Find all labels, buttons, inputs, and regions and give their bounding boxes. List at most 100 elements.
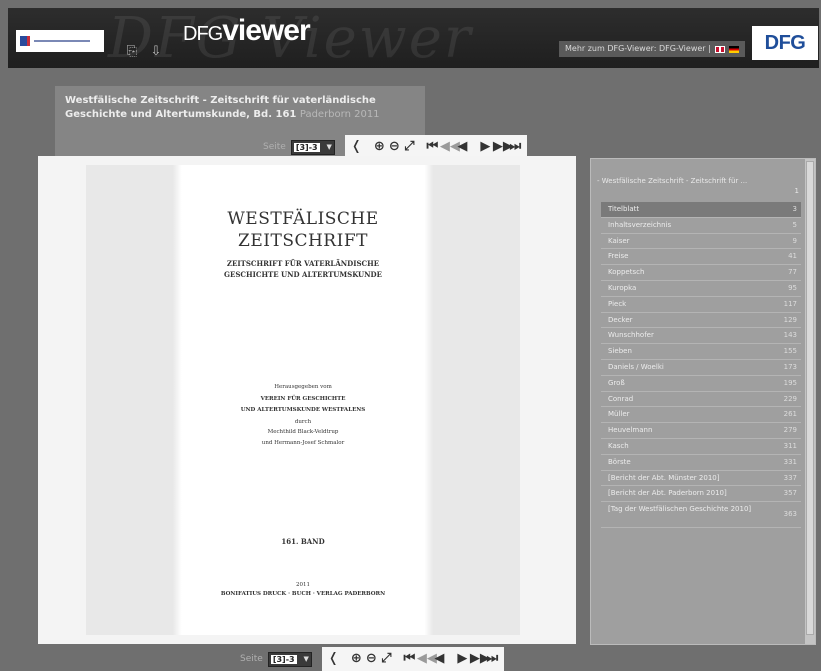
toc-item[interactable]: Kasch 311 <box>601 439 801 455</box>
german-flag-icon[interactable] <box>728 45 739 53</box>
toc-item[interactable]: Groß 195 <box>601 376 801 392</box>
toc-item-page: 77 <box>788 268 797 277</box>
collapse-icon[interactable]: ❬ <box>326 647 341 671</box>
header-bar: DFG Viewer ⎘ ⇩ DFGviewer Mehr zum DFG-Vi… <box>8 6 819 71</box>
toc-item[interactable]: [Bericht der Abt. Münster 2010] 337 <box>601 471 801 487</box>
page-select-value: [3]-3 <box>270 654 297 664</box>
toc-scrollbar[interactable] <box>805 159 815 644</box>
toc-item-label: Decker <box>608 315 633 324</box>
page-publisher-line: UND ALTERTUMSKUNDE WESTFALENS <box>240 407 366 413</box>
toc-item-page: 279 <box>783 426 797 435</box>
seite-label: Seite <box>240 654 263 664</box>
toc-item-label: Heuvelmann <box>608 426 653 435</box>
navigation-buttons: ❬ ⊕ ⊖ ⤢ ⏮ ◀◀ ◀ ▶ ▶▶ ⏭ <box>321 647 504 671</box>
toc-item-page: 261 <box>783 410 797 419</box>
dfg-logo[interactable]: DFG <box>752 26 818 60</box>
toc-item-label: Börste <box>608 457 631 466</box>
toc-item[interactable]: Wunschhofer 143 <box>601 328 801 345</box>
page-publisher-line: und Hermann-Josef Schmalor <box>261 440 345 446</box>
toc-item[interactable]: Decker 129 <box>601 313 801 329</box>
toc-item-page: 363 <box>783 510 797 519</box>
forward-fast-icon[interactable]: ▶▶ <box>470 647 490 671</box>
library-logo[interactable] <box>16 30 104 52</box>
toc-scrollbar-thumb[interactable] <box>806 161 814 635</box>
header-tools: ⎘ ⇩ <box>123 44 165 60</box>
last-page-icon[interactable]: ⏭ <box>485 647 500 671</box>
toc-item-page: 143 <box>783 331 797 340</box>
toc-item[interactable]: Freise 41 <box>601 249 801 266</box>
toc-item-page: 9 <box>792 236 797 245</box>
next-page-icon[interactable]: ▶ <box>455 647 470 671</box>
toc-item-page: 229 <box>783 394 797 403</box>
toc-root-item[interactable]: - Westfälische Zeitschrift - Zeitschrift… <box>597 177 801 195</box>
zoom-out-icon[interactable]: ⊖ <box>364 647 379 671</box>
first-page-icon[interactable]: ⏮ <box>402 647 417 671</box>
toc-item-label: Groß <box>608 378 625 387</box>
page-volume: 161. BAND <box>281 537 325 546</box>
toc-item[interactable]: Pieck 117 <box>601 297 801 313</box>
export-icon[interactable]: ⎘ <box>123 44 141 60</box>
toc-item[interactable]: Conrad 229 <box>601 392 801 408</box>
toc-item-page: 3 <box>792 205 797 213</box>
page-publisher-line: Herausgegeben vom <box>274 384 332 390</box>
toc-item-label: Freise <box>608 252 629 261</box>
toc-item[interactable]: Inhaltsverzeichnis 5 <box>601 218 801 234</box>
english-flag-icon[interactable] <box>714 45 725 53</box>
more-about-dfg-viewer-link[interactable]: Mehr zum DFG-Viewer: DFG-Viewer | <box>559 41 745 57</box>
toc-item-label: Conrad <box>608 394 634 403</box>
toc-item[interactable]: [Bericht der Abt. Paderborn 2010] 357 <box>601 486 801 503</box>
page-subtitle-line: ZEITSCHRIFT FÜR VATERLÄNDISCHE <box>226 259 380 268</box>
page-title-line: ZEITSCHRIFT <box>238 231 368 251</box>
header-link-text: Mehr zum DFG-Viewer: DFG-Viewer | <box>565 44 711 53</box>
toc-item-label: [Bericht der Abt. Paderborn 2010] <box>608 489 727 498</box>
document-title: Westfälische Zeitschrift - Zeitschrift f… <box>65 94 415 122</box>
page-select[interactable]: [3]-3 ▼ <box>290 139 335 155</box>
toc-item[interactable]: Kaiser 9 <box>601 234 801 250</box>
toc-root-label: - Westfälische Zeitschrift - Zeitschrift… <box>597 177 748 185</box>
toc-item-page: 155 <box>783 347 797 356</box>
toc-item[interactable]: Kuropka 95 <box>601 281 801 297</box>
page-subtitle-line: GESCHICHTE UND ALTERTUMSKUNDE <box>224 270 382 279</box>
toc-item-label: Müller <box>608 410 630 419</box>
toc-item[interactable]: Börste 331 <box>601 455 801 471</box>
page-publisher-line: VEREIN FÜR GESCHICHTE <box>260 396 346 402</box>
toc-item-label: [Bericht der Abt. Münster 2010] <box>608 473 720 482</box>
page-publisher-line: durch <box>294 419 312 425</box>
toc-item-label: Inhaltsverzeichnis <box>608 220 672 229</box>
toc-item[interactable]: Heuvelmann 279 <box>601 423 801 439</box>
toc-item-page: 331 <box>783 457 797 466</box>
toc-item-label: Wunschhofer <box>608 331 654 340</box>
toc-list: Titelblatt 3 Inhaltsverzeichnis 5 Kaiser 9 Fre… <box>601 202 801 529</box>
toc-item-page: 357 <box>783 489 797 498</box>
page-select[interactable]: [3]-3 ▼ <box>267 651 312 667</box>
toc-item[interactable]: [Tag der Westfälischen Geschichte 2010] 3… <box>601 502 801 529</box>
toc-item-label: Sieben <box>608 347 632 356</box>
page-title-line: WESTFÄLISCHE <box>227 209 379 229</box>
toc-item[interactable]: Titelblatt 3 <box>601 202 801 218</box>
table-of-contents: - Westfälische Zeitschrift - Zeitschrift… <box>590 158 816 645</box>
toc-item-page: 5 <box>792 220 797 229</box>
toc-item[interactable]: Müller 261 <box>601 407 801 424</box>
page-select-value: [3]-3 <box>293 142 320 152</box>
page-year: 2011 <box>296 582 310 588</box>
toc-item-label: Daniels / Woelki <box>608 362 664 371</box>
seite-label: Seite <box>263 142 286 152</box>
toc-item-page: 95 <box>788 283 797 292</box>
brand-prefix: DFG <box>183 23 223 45</box>
download-icon[interactable]: ⇩ <box>147 44 165 60</box>
toc-item-page: 337 <box>783 473 797 482</box>
back-fast-icon[interactable]: ◀◀ <box>417 647 437 671</box>
toc-item[interactable]: Koppetsch 77 <box>601 265 801 281</box>
toc-item[interactable]: Daniels / Woelki 173 <box>601 360 801 376</box>
fullscreen-icon[interactable]: ⤢ <box>379 647 394 671</box>
chevron-down-icon: ▼ <box>326 143 332 151</box>
toc-item[interactable]: Sieben 155 <box>601 344 801 360</box>
document-viewer[interactable]: WESTFÄLISCHE ZEITSCHRIFT ZEITSCHRIFT FÜR… <box>38 156 576 644</box>
previous-page-icon[interactable]: ◀ <box>432 647 447 671</box>
zoom-in-icon[interactable]: ⊕ <box>349 647 364 671</box>
page-publisher-line: Mechthild Black-Veldtrup <box>267 429 339 435</box>
toc-item-page: 173 <box>783 362 797 371</box>
toc-item-page: 195 <box>783 378 797 387</box>
brand-title: DFGviewer <box>183 14 311 48</box>
toc-item-page: 41 <box>788 252 797 261</box>
